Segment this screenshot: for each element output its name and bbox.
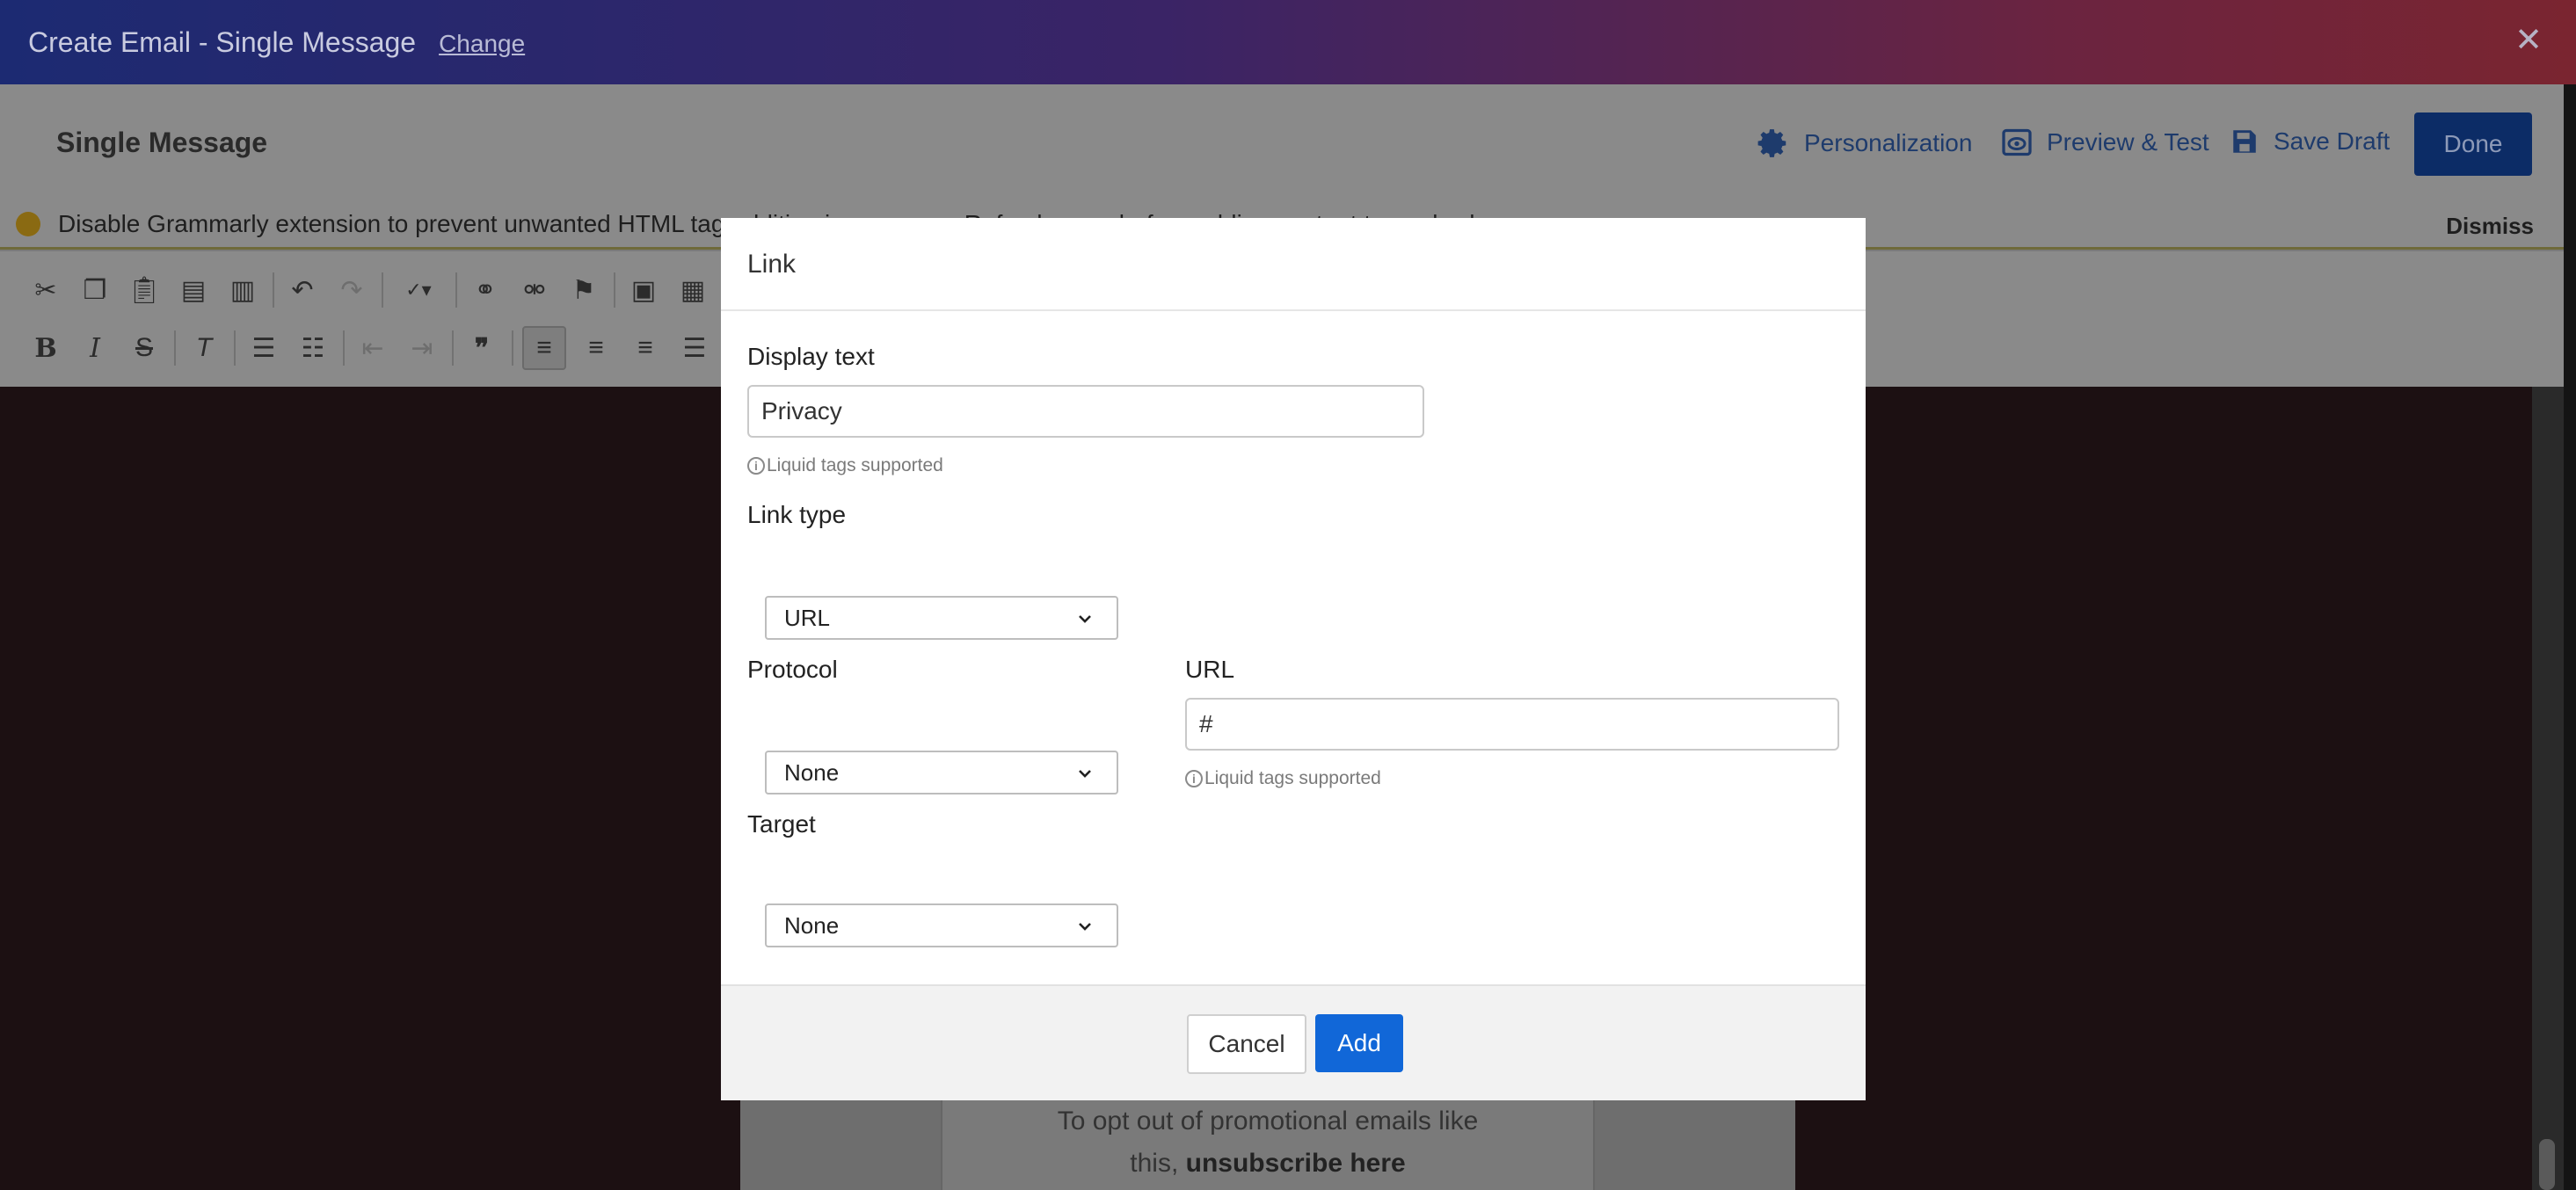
remove-format-icon[interactable]: T	[185, 329, 223, 367]
personalization-label: Personalization	[1804, 129, 1973, 156]
unsubscribe-line-2: this, unsubscribe here	[942, 1143, 1593, 1185]
decrease-indent-icon[interactable]: ⇤	[353, 329, 392, 367]
protocol-label: Protocol	[747, 656, 838, 683]
toolbar-separator	[273, 272, 274, 308]
liquid-hint-text: Liquid tags supported	[1204, 768, 1381, 788]
italic-icon[interactable]: I	[76, 329, 114, 367]
dialog-footer: Cancel Add	[721, 984, 1866, 1100]
editor-scrollbar[interactable]	[2532, 387, 2564, 1190]
editor-header: Single Message Personalization Preview &…	[0, 84, 2576, 206]
toolbar-separator	[174, 330, 176, 366]
protocol-value: None	[784, 758, 840, 786]
cut-icon[interactable]: ✂	[26, 271, 65, 309]
toolbar-row-1: ✂ ❐ 📋︎ ▤ ▥ ↶ ↷ ✓▾ ⚭ ⚮ ⚑ ▣ ▦	[26, 265, 723, 315]
copy-icon[interactable]: ❐	[76, 271, 114, 309]
page-title: Single Message	[56, 127, 268, 158]
unsubscribe-line-1: To opt out of promotional emails like	[1057, 1107, 1479, 1136]
redo-icon[interactable]: ↷	[332, 271, 371, 309]
unsubscribe-link[interactable]: unsubscribe here	[1186, 1149, 1406, 1178]
preview-icon	[2002, 128, 2032, 156]
chevron-down-icon	[1079, 923, 1091, 931]
dismiss-button[interactable]: Dismiss	[2446, 213, 2534, 240]
close-icon[interactable]: ✕	[2514, 23, 2543, 58]
gear-icon	[1757, 129, 1786, 157]
increase-indent-icon[interactable]: ⇥	[403, 329, 441, 367]
image-icon[interactable]: ▣	[624, 271, 663, 309]
display-text-hint: i Liquid tags supported	[747, 455, 943, 476]
align-right-icon[interactable]: ≡	[626, 329, 665, 367]
url-label: URL	[1185, 656, 1235, 683]
link-type-select[interactable]: URL	[765, 596, 1118, 640]
link-type-label: Link type	[747, 501, 847, 528]
dialog-header: Link	[721, 218, 1866, 311]
chevron-down-icon	[1079, 770, 1091, 778]
numbered-list-icon[interactable]: ☰	[244, 329, 283, 367]
cancel-button[interactable]: Cancel	[1187, 1014, 1306, 1074]
link-dialog: Link Display text i Liquid tags supporte…	[721, 218, 1866, 1100]
done-button[interactable]: Done	[2414, 112, 2532, 176]
toolbar-separator	[452, 330, 454, 366]
scrollbar-thumb[interactable]	[2539, 1139, 2555, 1190]
dialog-title: Link	[747, 250, 797, 279]
change-link[interactable]: Change	[439, 30, 525, 58]
target-select[interactable]: None	[765, 903, 1118, 947]
link-type-value: URL	[784, 604, 831, 631]
toolbar-separator	[382, 272, 383, 308]
url-input[interactable]	[1185, 698, 1839, 751]
unsubscribe-prefix: this,	[1130, 1149, 1186, 1178]
table-icon[interactable]: ▦	[673, 271, 712, 309]
strikethrough-icon[interactable]: S	[125, 329, 164, 367]
warning-icon	[16, 211, 40, 236]
spellcheck-icon[interactable]: ✓▾	[392, 271, 445, 309]
display-text-input[interactable]	[747, 385, 1424, 438]
align-center-icon[interactable]: ≡	[577, 329, 615, 367]
info-icon: i	[1185, 770, 1203, 787]
toolbar-separator	[512, 330, 513, 366]
window-edge	[2564, 84, 2576, 1190]
link-icon[interactable]: ⚭	[466, 271, 505, 309]
paste-text-icon[interactable]: ▤	[174, 271, 213, 309]
preview-test-label: Preview & Test	[2047, 128, 2209, 156]
save-icon	[2233, 130, 2256, 153]
email-footer-cell: To opt out of promotional emails like th…	[941, 1099, 1595, 1190]
toolbar-separator	[234, 330, 236, 366]
toolbar-row-2: B I S T ☰ ☷ ⇤ ⇥ ❞ ≡ ≡ ≡ ☰	[26, 323, 724, 373]
justify-icon[interactable]: ☰	[675, 329, 714, 367]
personalization-button[interactable]: Personalization	[1757, 127, 1972, 160]
save-draft-button[interactable]: Save Draft	[2230, 127, 2390, 156]
save-draft-label: Save Draft	[2274, 127, 2390, 155]
liquid-hint-text: Liquid tags supported	[767, 455, 943, 475]
bold-icon[interactable]: B	[26, 329, 65, 367]
toolbar-separator	[455, 272, 457, 308]
window-title: Create Email - Single Message	[28, 25, 417, 58]
blockquote-icon[interactable]: ❞	[462, 329, 501, 367]
toolbar-separator	[614, 272, 615, 308]
title-bar: Create Email - Single Message Change ✕	[0, 0, 2576, 84]
target-value: None	[784, 911, 840, 939]
display-text-label: Display text	[747, 343, 875, 370]
url-hint: i Liquid tags supported	[1185, 768, 1381, 789]
unlink-icon[interactable]: ⚮	[515, 271, 554, 309]
bulleted-list-icon[interactable]: ☷	[294, 329, 332, 367]
protocol-select[interactable]: None	[765, 751, 1118, 795]
anchor-icon[interactable]: ⚑	[564, 271, 603, 309]
add-button[interactable]: Add	[1315, 1014, 1403, 1072]
undo-icon[interactable]: ↶	[283, 271, 322, 309]
align-left-icon[interactable]: ≡	[522, 326, 566, 370]
paste-icon[interactable]: 📋︎	[125, 271, 164, 309]
toolbar-separator	[343, 330, 345, 366]
paste-word-icon[interactable]: ▥	[223, 271, 262, 309]
target-label: Target	[747, 810, 816, 838]
preview-test-button[interactable]: Preview & Test	[2001, 127, 2209, 158]
info-icon: i	[747, 457, 765, 475]
chevron-down-icon	[1079, 615, 1091, 623]
